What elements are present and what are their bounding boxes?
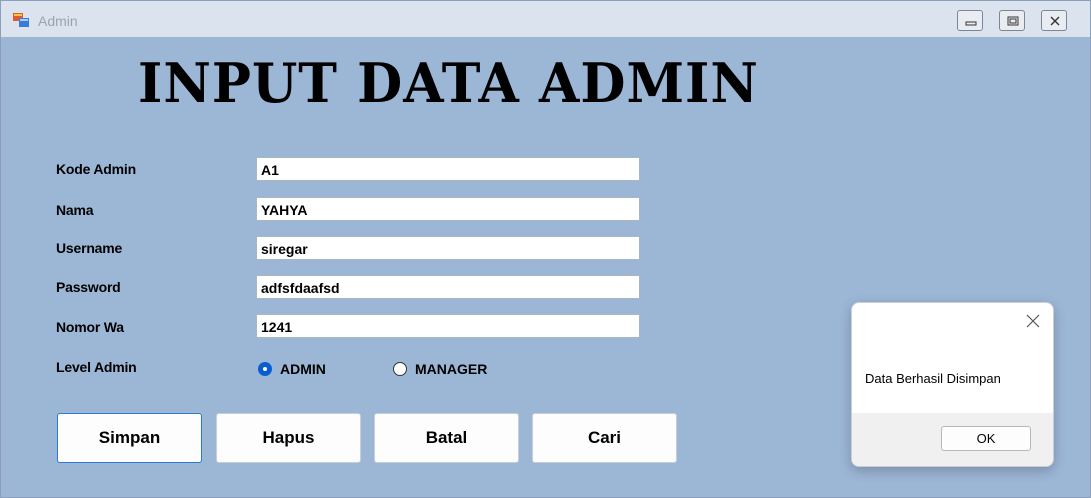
password-input[interactable]: adfsfdaafsd bbox=[256, 275, 640, 299]
close-icon bbox=[1050, 16, 1060, 26]
nomor-wa-label: Nomor Wa bbox=[56, 319, 124, 335]
username-label: Username bbox=[56, 240, 123, 256]
kode-admin-label: Kode Admin bbox=[56, 161, 136, 177]
hapus-button[interactable]: Hapus bbox=[216, 413, 361, 463]
level-admin-label: Level Admin bbox=[56, 359, 137, 375]
radio-admin[interactable]: ADMIN bbox=[258, 361, 326, 377]
close-icon[interactable] bbox=[1025, 313, 1041, 329]
batal-button[interactable]: Batal bbox=[374, 413, 519, 463]
close-button[interactable] bbox=[1041, 10, 1067, 31]
title-bar[interactable]: Admin bbox=[1, 1, 1090, 37]
cari-button[interactable]: Cari bbox=[532, 413, 677, 463]
nama-input[interactable]: YAHYA bbox=[256, 197, 640, 221]
window-title: Admin bbox=[38, 13, 78, 29]
minimize-button[interactable] bbox=[957, 10, 983, 31]
restore-icon bbox=[1007, 16, 1019, 26]
radio-manager-label: MANAGER bbox=[415, 361, 488, 377]
simpan-button[interactable]: Simpan bbox=[57, 413, 202, 463]
admin-window: Admin INPUT DATA ADMIN Kode Admin A1 Nam… bbox=[0, 0, 1091, 498]
page-title: INPUT DATA ADMIN bbox=[138, 51, 759, 116]
radio-admin-label: ADMIN bbox=[280, 361, 326, 377]
radio-manager[interactable]: MANAGER bbox=[393, 361, 487, 377]
nomor-wa-input[interactable]: 1241 bbox=[256, 314, 640, 338]
ok-button[interactable]: OK bbox=[941, 426, 1031, 451]
message-dialog: Data Berhasil Disimpan OK bbox=[851, 302, 1054, 467]
minimize-icon bbox=[965, 21, 977, 26]
kode-admin-input[interactable]: A1 bbox=[256, 157, 640, 181]
nama-label: Nama bbox=[56, 202, 94, 218]
dialog-footer: OK bbox=[852, 413, 1053, 466]
restore-button[interactable] bbox=[999, 10, 1025, 31]
password-label: Password bbox=[56, 279, 121, 295]
dialog-message: Data Berhasil Disimpan bbox=[865, 371, 1001, 386]
username-input[interactable]: siregar bbox=[256, 236, 640, 260]
radio-unchecked-icon bbox=[393, 362, 407, 376]
radio-checked-icon bbox=[258, 362, 272, 376]
app-icon bbox=[13, 13, 29, 27]
